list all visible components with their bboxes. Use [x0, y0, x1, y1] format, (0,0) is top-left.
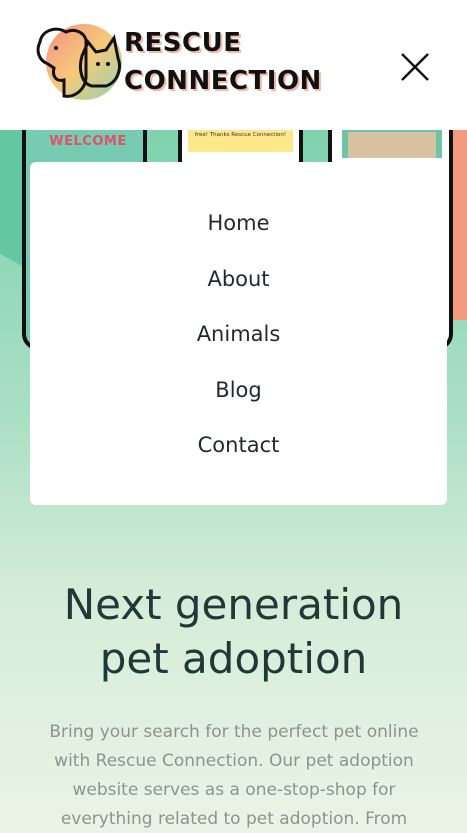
review-text: amazing little girl and the process to a…	[188, 130, 293, 152]
nav-list: Home About Animals Blog Contact	[30, 162, 447, 488]
pet-photo-frame	[342, 130, 442, 158]
mobile-nav-menu: Home About Animals Blog Contact	[30, 162, 447, 505]
pet-photo	[348, 132, 436, 158]
headline-line-2: pet adoption	[99, 634, 368, 683]
nav-item-contact[interactable]: Contact	[30, 432, 447, 488]
site-header: RESCUE CONNECTION	[0, 0, 467, 130]
hero-lead-text: Bring your search for the perfect pet on…	[49, 722, 419, 829]
headline-line-1: Next generation	[63, 580, 404, 629]
welcome-text: WELCOME	[49, 134, 127, 149]
brand-line-1: RESCUE	[124, 28, 242, 58]
hero-headline: Next generation pet adoption	[0, 578, 467, 686]
nav-item-home[interactable]: Home	[30, 210, 447, 266]
brand-name[interactable]: RESCUE CONNECTION	[124, 24, 322, 100]
close-icon[interactable]	[398, 50, 432, 84]
brand-line-2: CONNECTION	[124, 66, 322, 96]
nav-item-animals[interactable]: Animals	[30, 321, 447, 377]
nav-item-blog[interactable]: Blog	[30, 377, 447, 433]
dog-cat-logo-icon[interactable]	[34, 20, 126, 102]
nav-item-about[interactable]: About	[30, 266, 447, 322]
